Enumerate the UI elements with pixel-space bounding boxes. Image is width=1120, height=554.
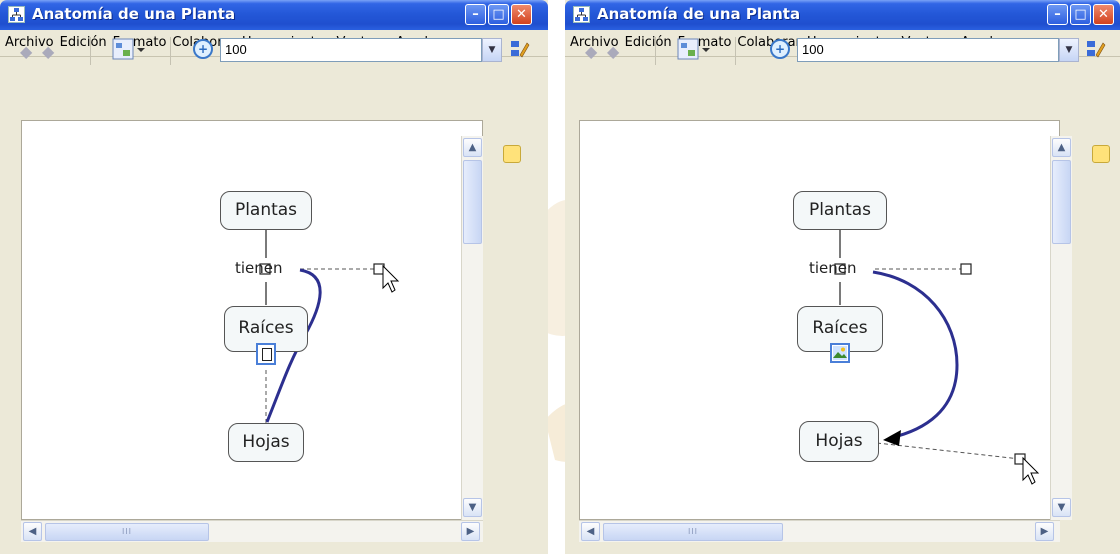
zoom-icon[interactable]: + bbox=[770, 39, 790, 59]
vertical-scroll-thumb[interactable] bbox=[463, 160, 482, 244]
minimize-button[interactable]: – bbox=[465, 4, 486, 25]
vertical-scrollbar[interactable]: ▲ ▼ bbox=[461, 136, 483, 520]
vertical-scrollbar[interactable]: ▲ ▼ bbox=[1050, 136, 1072, 520]
scroll-left-button[interactable]: ◀ bbox=[581, 522, 600, 541]
scroll-right-button[interactable]: ▶ bbox=[461, 522, 480, 541]
title-bar: Anatomía de una Planta – □ ✕ bbox=[0, 0, 548, 30]
zoom-dropdown-button[interactable]: ▼ bbox=[482, 38, 502, 62]
maximize-button[interactable]: □ bbox=[1070, 4, 1091, 25]
zoom-level-input[interactable]: 100 bbox=[797, 38, 1059, 62]
horizontal-scrollbar[interactable]: ◀ III ▶ bbox=[21, 520, 483, 542]
window-title: Anatomía de una Planta bbox=[32, 5, 236, 23]
close-button[interactable]: ✕ bbox=[1093, 4, 1114, 25]
maximize-button[interactable]: □ bbox=[488, 4, 509, 25]
back-arrow-icon[interactable]: ◆ bbox=[20, 44, 36, 60]
toolbar-separator bbox=[735, 37, 736, 65]
close-button[interactable]: ✕ bbox=[511, 4, 532, 25]
menu-edicion[interactable]: Edición bbox=[57, 30, 110, 50]
image-resource-icon[interactable] bbox=[830, 343, 850, 363]
edit-icon[interactable] bbox=[1086, 37, 1106, 63]
back-arrow-icon[interactable]: ◆ bbox=[585, 44, 601, 60]
view-icon[interactable] bbox=[677, 37, 710, 63]
concept-node-bottom[interactable]: Hojas bbox=[228, 423, 304, 462]
scroll-up-button[interactable]: ▲ bbox=[1052, 138, 1071, 157]
horizontal-scrollbar[interactable]: ◀ III ▶ bbox=[579, 520, 1060, 542]
toolbar-separator bbox=[655, 37, 656, 65]
concept-node-top[interactable]: Plantas bbox=[793, 191, 887, 230]
window-title: Anatomía de una Planta bbox=[597, 5, 801, 23]
concept-node-bottom[interactable]: Hojas bbox=[799, 421, 879, 462]
palette-icon[interactable] bbox=[1092, 145, 1110, 163]
vertical-scroll-thumb[interactable] bbox=[1052, 160, 1071, 244]
concept-map-icon bbox=[8, 6, 25, 23]
toolbar-separator bbox=[170, 37, 171, 65]
view-icon[interactable] bbox=[112, 37, 145, 63]
linking-phrase[interactable]: tienen bbox=[809, 259, 857, 277]
scroll-up-button[interactable]: ▲ bbox=[463, 138, 482, 157]
zoom-dropdown-button[interactable]: ▼ bbox=[1059, 38, 1079, 62]
application-window-2: Anatomía de una Planta – □ ✕ Archivo Edic… bbox=[565, 0, 1120, 554]
image-resource-icon[interactable] bbox=[256, 343, 276, 365]
forward-arrow-icon[interactable]: ◆ bbox=[607, 44, 623, 60]
scroll-left-button[interactable]: ◀ bbox=[23, 522, 42, 541]
linking-phrase[interactable]: tienen bbox=[235, 259, 283, 277]
zoom-level-input[interactable]: 100 bbox=[220, 38, 482, 62]
edit-icon[interactable] bbox=[510, 37, 530, 63]
toolbar-separator bbox=[90, 37, 91, 65]
zoom-icon[interactable]: + bbox=[193, 39, 213, 59]
application-window-1: Anatomía de una Planta – □ ✕ Archivo Edic… bbox=[0, 0, 548, 554]
scroll-down-button[interactable]: ▼ bbox=[463, 498, 482, 517]
horizontal-scroll-thumb[interactable]: III bbox=[45, 523, 209, 541]
concept-map-icon bbox=[573, 6, 590, 23]
title-bar: Anatomía de una Planta – □ ✕ bbox=[565, 0, 1120, 30]
palette-icon[interactable] bbox=[503, 145, 521, 163]
concept-node-top[interactable]: Plantas bbox=[220, 191, 312, 230]
scroll-down-button[interactable]: ▼ bbox=[1052, 498, 1071, 517]
menu-edicion[interactable]: Edición bbox=[622, 30, 675, 50]
horizontal-scroll-thumb[interactable]: III bbox=[603, 523, 783, 541]
scroll-right-button[interactable]: ▶ bbox=[1035, 522, 1054, 541]
minimize-button[interactable]: – bbox=[1047, 4, 1068, 25]
forward-arrow-icon[interactable]: ◆ bbox=[42, 44, 58, 60]
